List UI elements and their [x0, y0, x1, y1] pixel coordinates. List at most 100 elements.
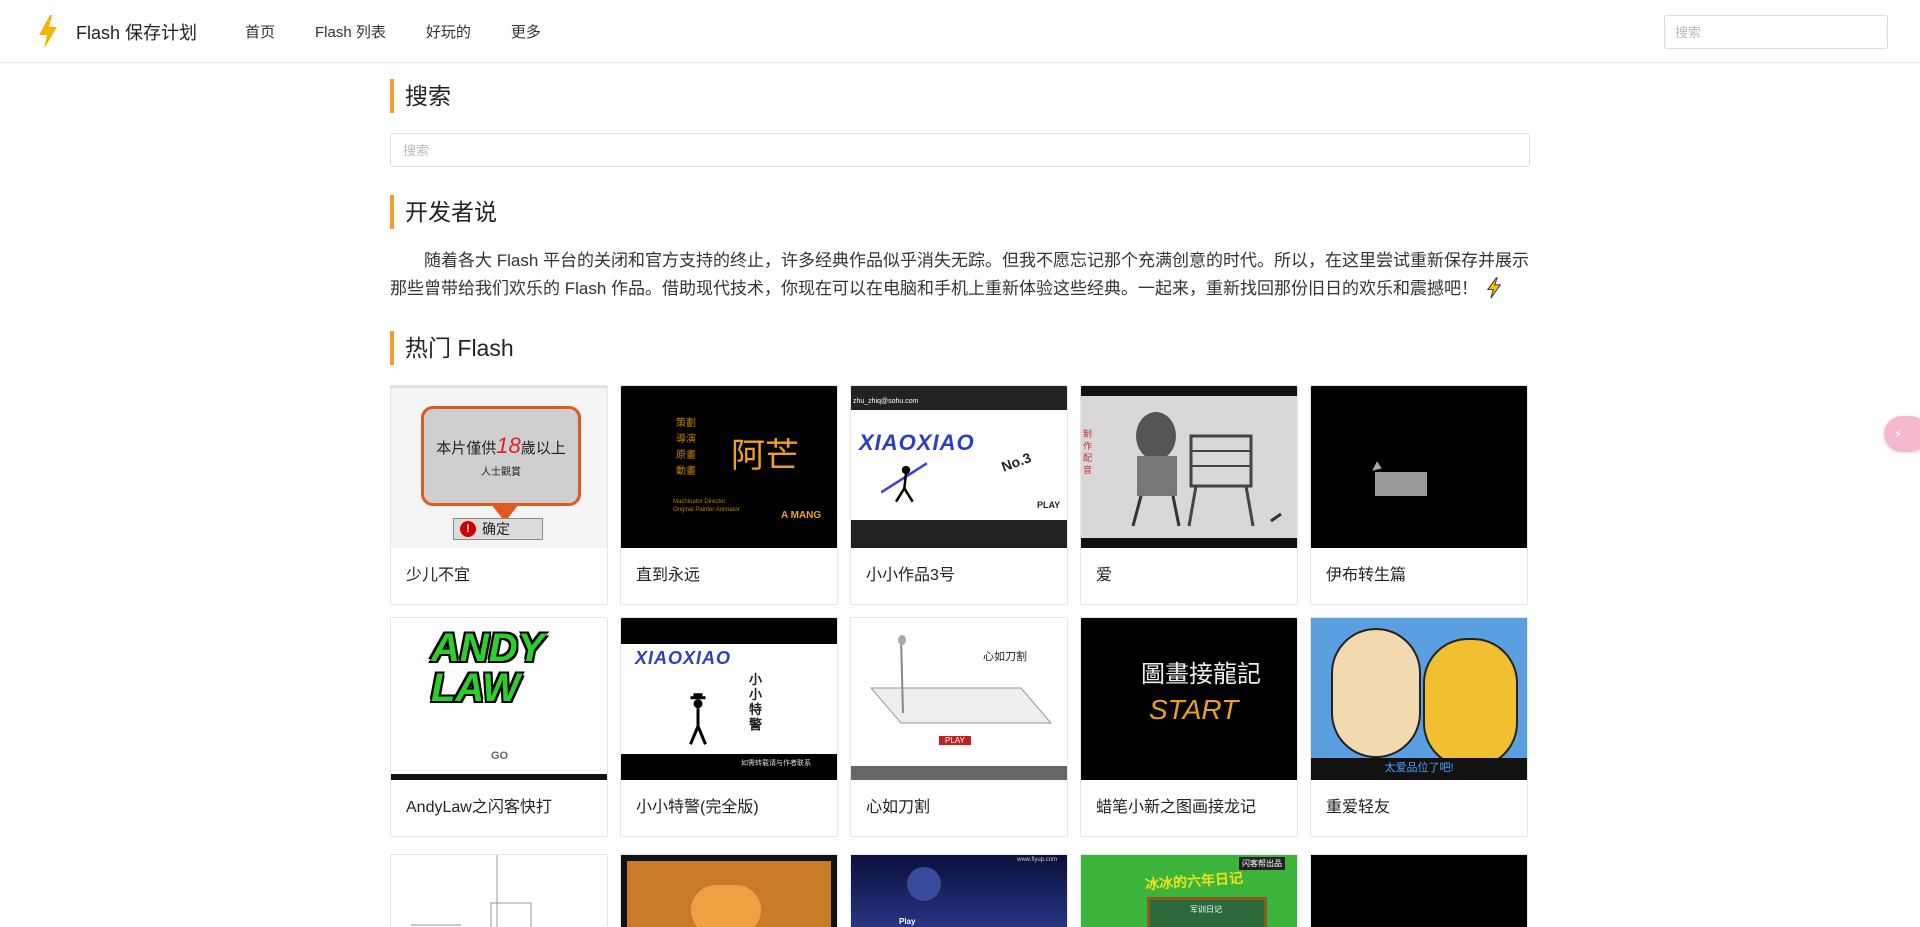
- flash-card[interactable]: XIAOXIAO 小小特警 如需转载请与作者联系 小小特警(完全版): [620, 617, 838, 837]
- flash-card[interactable]: 伊布转生篇: [1310, 385, 1528, 605]
- thumbnail-band: zhu_zhiq@sohu.com XIAOXIAO No.3 PLAY: [851, 398, 1067, 520]
- flash-card[interactable]: 圖畫接龍記 START 蜡笔小新之图画接龙记: [1080, 617, 1298, 837]
- nav-links: 首页 Flash 列表 好玩的 更多: [245, 21, 581, 42]
- flash-card[interactable]: ANDY LAW GO AndyLaw之闪客快打: [390, 617, 608, 837]
- thumbnail-text: 暗閲: [1037, 756, 1062, 770]
- flash-card-title: 重爱轻友: [1326, 799, 1391, 816]
- flash-thumbnail: XIAOXIAO 小小特警 如需转载请与作者联系: [621, 618, 837, 780]
- flash-card-title: 蜡笔小新之图画接龙记: [1096, 799, 1257, 816]
- thumbnail-text: 本片僅供18歲以上: [436, 433, 566, 458]
- speech-tail-icon: [1372, 461, 1382, 471]
- developer-text-body: 随着各大 Flash 平台的关闭和官方支持的终止，许多经典作品似乎消失无踪。但我…: [390, 251, 1530, 298]
- side-float-button[interactable]: ⚡: [1884, 416, 1920, 452]
- flash-thumbnail: ANDY LAW GO: [391, 618, 607, 780]
- flash-thumbnail: 制作 配音: [1081, 386, 1297, 548]
- flash-card[interactable]: [390, 854, 608, 927]
- brand[interactable]: Flash 保存计划: [34, 14, 197, 50]
- flash-card[interactable]: 太爱品位了吧! 重爱轻友: [1310, 617, 1528, 837]
- stick-figure-icon: [881, 462, 928, 503]
- cartoon-face: [1423, 638, 1518, 768]
- flash-card-title: 少儿不宜: [406, 567, 471, 584]
- flash-card-title: 爱: [1096, 567, 1113, 584]
- chair-icon: [1131, 412, 1282, 527]
- flash-thumbnail: 本片僅供18歲以上 人士觀賞 确定: [391, 386, 607, 548]
- thumbnail-subtext: 人士觀賞: [481, 467, 521, 478]
- thumbnail-text: A MANG: [781, 510, 822, 521]
- flash-card[interactable]: 本片僅供18歲以上 人士觀賞 确定 少儿不宜: [390, 385, 608, 605]
- nav-link-flash-list[interactable]: Flash 列表: [315, 21, 386, 42]
- flash-thumbnail: 闪客帮出品 冰冰的六年日记 军训日记: [1081, 855, 1297, 927]
- thumbnail-text: PLAY: [1037, 500, 1061, 510]
- sketch-scene-icon: [411, 855, 532, 927]
- flash-card[interactable]: [1310, 854, 1528, 927]
- navbar-search-input[interactable]: [1664, 15, 1888, 49]
- thumbnail-board: 军训日记: [1147, 897, 1267, 927]
- thumbnail-text: No.3: [999, 449, 1034, 475]
- flash-card-title: 直到永远: [636, 567, 701, 584]
- nav-link-fun[interactable]: 好玩的: [426, 21, 471, 42]
- search-input[interactable]: [390, 133, 1530, 167]
- flash-thumbnail: 策劃 導演 原畫 動畫 阿芒 Machinator Director Origi…: [621, 386, 837, 548]
- flash-card[interactable]: 闪客帮出品 冰冰的六年日记 军训日记: [1080, 854, 1298, 927]
- table-scene-icon: [869, 635, 1053, 724]
- flash-thumbnail: [1311, 855, 1527, 927]
- thumbnail-scene: [691, 885, 761, 927]
- flash-card-grid-partial-row: www.flyup.com Play 闪客帮出品 冰冰的六年日记 军训日记: [390, 854, 1530, 927]
- flash-card[interactable]: [620, 854, 838, 927]
- hot-flash-section-title: 热门 Flash: [390, 331, 1530, 365]
- thumbnail-scene: 制作 配音: [1081, 396, 1297, 538]
- thumbnail-text: START: [1149, 694, 1239, 725]
- thumbnail-logo: ANDY LAW: [431, 626, 545, 710]
- thumbnail-dialog: 本片僅供18歲以上 人士觀賞: [421, 406, 581, 506]
- flash-thumbnail: www.flyup.com Play: [851, 855, 1067, 927]
- thumbnail-text: Machinator Director Original Painter Ani…: [673, 499, 740, 513]
- flash-thumbnail: 太爱品位了吧!: [1311, 618, 1527, 780]
- thumbnail-text: Play: [899, 917, 916, 926]
- flash-thumbnail: [621, 855, 837, 927]
- thumbnail-text: 策劃 導演 原畫 動畫: [676, 418, 696, 477]
- search-section-title: 搜索: [390, 79, 1530, 113]
- flash-card-title: 小小作品3号: [866, 567, 955, 584]
- main-content: 搜索 开发者说 随着各大 Flash 平台的关闭和官方支持的终止，许多经典作品似…: [390, 63, 1530, 837]
- thumbnail-text: 如需转载请与作者联系: [741, 760, 811, 767]
- thumbnail-text: GO: [491, 750, 509, 762]
- flash-card-title: 小小特警(完全版): [636, 799, 759, 816]
- flash-card[interactable]: 策劃 導演 原畫 動畫 阿芒 Machinator Director Origi…: [620, 385, 838, 605]
- developer-section-title: 开发者说: [390, 195, 1530, 229]
- flash-card-title: 心如刀割: [866, 799, 931, 816]
- flash-thumbnail: [1311, 386, 1527, 548]
- flash-thumbnail: zhu_zhiq@sohu.com XIAOXIAO No.3 PLAY: [851, 386, 1067, 548]
- thumbnail-ok-label: 确定: [453, 518, 543, 540]
- stick-figure-icon: [689, 693, 707, 745]
- thumbnail-scene: 太爱品位了吧!: [1311, 618, 1527, 780]
- flash-card-grid: 本片僅供18歲以上 人士觀賞 确定 少儿不宜 策劃 導演 原畫 動畫 阿芒 Ma…: [390, 385, 1530, 837]
- top-navbar: Flash 保存计划 首页 Flash 列表 好玩的 更多: [0, 0, 1920, 63]
- thumbnail-box: [1375, 472, 1427, 496]
- moon-icon: [907, 867, 941, 901]
- flash-card[interactable]: 制作 配音 爱: [1080, 385, 1298, 605]
- thumbnail-caption: 太爱品位了吧!: [1311, 758, 1527, 780]
- nav-link-home[interactable]: 首页: [245, 21, 275, 42]
- flash-card[interactable]: 心如刀割 PLAY 暗閲 心如刀割: [850, 617, 1068, 837]
- cartoon-face: [1331, 628, 1421, 758]
- flash-card-title: 伊布转生篇: [1326, 567, 1407, 584]
- thumbnail-band: XIAOXIAO 小小特警: [621, 644, 837, 754]
- thumbnail-logo: XIAOXIAO: [635, 648, 732, 668]
- thumbnail-text: 圖畫接龍記: [1141, 660, 1261, 688]
- thumbnail-text: 冰冰的六年日记: [1144, 869, 1244, 893]
- thumbnail-text: 小小特警: [749, 672, 763, 732]
- lightning-bolt-icon: [39, 15, 57, 49]
- thumbnail-text: 闪客帮出品: [1239, 857, 1285, 870]
- flash-card[interactable]: www.flyup.com Play: [850, 854, 1068, 927]
- thumbnail-text: 军训日记: [1190, 905, 1222, 914]
- flash-card[interactable]: zhu_zhiq@sohu.com XIAOXIAO No.3 PLAY 小小作…: [850, 385, 1068, 605]
- lightning-bolt-icon: [1486, 277, 1502, 299]
- flash-card-title: AndyLaw之闪客快打: [406, 799, 552, 816]
- flash-thumbnail: 心如刀割 PLAY 暗閲: [851, 618, 1067, 780]
- thumbnail-text: 阿芒: [731, 436, 799, 476]
- developer-text: 随着各大 Flash 平台的关闭和官方支持的终止，许多经典作品似乎消失无踪。但我…: [390, 247, 1530, 303]
- thumbnail-text: PLAY: [939, 736, 971, 745]
- flash-thumbnail: 圖畫接龍記 START: [1081, 618, 1297, 780]
- thumbnail-text: zhu_zhiq@sohu.com: [853, 398, 919, 405]
- nav-link-more[interactable]: 更多: [511, 21, 541, 42]
